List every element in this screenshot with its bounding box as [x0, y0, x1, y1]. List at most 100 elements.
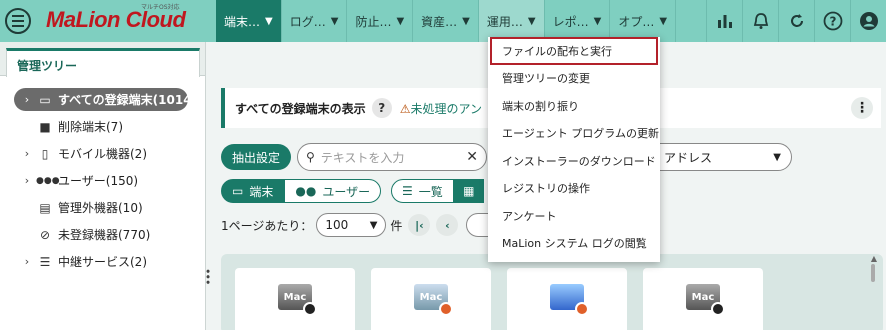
- menu-item-survey[interactable]: アンケート: [488, 202, 660, 230]
- management-tree: › ▭ すべての登録端末(1014) ■ 削除端末(7) › ▯ モバイル機器(…: [0, 76, 205, 275]
- terminal-card[interactable]: Mac: [643, 268, 763, 330]
- search-placeholder: テキストを入力: [320, 150, 405, 165]
- main-nav: 端末… ▼ ログ… ▼ 防止… ▼ 資産… ▼ 運用… ▼ レポ… ▼ オプ… ▼: [216, 0, 677, 42]
- nav-label: 資産…: [421, 14, 458, 29]
- nav-operation[interactable]: 運用… ▼: [478, 0, 545, 42]
- list-view-button[interactable]: ☰ 一覧: [391, 179, 454, 203]
- prev-page-icon[interactable]: ‹: [436, 214, 459, 236]
- tab-management-tree[interactable]: 管理ツリー: [6, 48, 200, 77]
- tree-item-label: 管理外機器(10): [58, 201, 143, 215]
- search-icon: ⚲: [306, 150, 315, 164]
- status-badge: [575, 302, 589, 316]
- nav-label: 防止…: [355, 14, 392, 29]
- terminal-card[interactable]: Mac: [371, 268, 491, 330]
- mobile-icon: ▯: [41, 146, 49, 161]
- help-icon[interactable]: ?: [371, 98, 392, 118]
- nav-assets[interactable]: 資産… ▼: [413, 0, 479, 42]
- chevron-down-icon: ▼: [396, 15, 405, 27]
- nav-label: ログ…: [289, 14, 326, 29]
- tree-item-label: モバイル機器(2): [58, 147, 147, 161]
- operation-dropdown-menu: ファイルの配布と実行 管理ツリーの変更 端末の割り振り エージェント プログラム…: [488, 37, 660, 262]
- menu-item-assign-terminal[interactable]: 端末の割り振り: [488, 92, 660, 120]
- list-icon: ☰: [402, 184, 413, 198]
- nav-label: 運用…: [486, 14, 523, 29]
- nav-log[interactable]: ログ… ▼: [282, 0, 348, 42]
- logo[interactable]: MaLion Cloud マルチOS対応: [36, 0, 216, 42]
- left-panel: 管理ツリー › ▭ すべての登録端末(1014) ■ 削除端末(7) › ▯ モ…: [0, 42, 214, 330]
- users-icon: ●●: [295, 184, 317, 198]
- clear-icon[interactable]: ✕: [466, 149, 478, 165]
- terminal-card[interactable]: Mac: [235, 268, 355, 330]
- users-icon: ●●●: [36, 175, 60, 186]
- column-select-value: P アドレス: [653, 150, 713, 165]
- menu-item-registry[interactable]: レジストリの操作: [488, 175, 660, 203]
- hamburger-icon: [5, 8, 31, 34]
- logo-tagline: マルチOS対応: [141, 4, 180, 11]
- nav-prevention[interactable]: 防止… ▼: [347, 0, 414, 42]
- per-page-unit: 件: [390, 218, 403, 233]
- nav-terminal[interactable]: 端末… ▼: [216, 0, 282, 42]
- tree-item-users[interactable]: › ●●● ユーザー(150): [0, 167, 205, 194]
- search-input[interactable]: ⚲ テキストを入力 ✕: [297, 143, 487, 171]
- scrollbar[interactable]: [871, 264, 875, 282]
- page-title: すべての登録端末の表示: [235, 101, 366, 116]
- bar-chart-icon[interactable]: [706, 0, 742, 42]
- help-icon[interactable]: ?: [814, 0, 850, 42]
- tree-item-label: ユーザー(150): [58, 174, 139, 188]
- tab-label: ユーザー: [322, 184, 371, 199]
- refresh-icon[interactable]: [778, 0, 814, 42]
- nav-report[interactable]: レポ… ▼: [545, 0, 611, 42]
- tree-item-mobile[interactable]: › ▯ モバイル機器(2): [0, 140, 205, 167]
- laptop-icon: ▭: [232, 184, 244, 198]
- terminal-card[interactable]: [507, 268, 627, 330]
- menu-item-agent-update[interactable]: エージェント プログラムの更新: [488, 120, 660, 148]
- nav-options[interactable]: オプ… ▼: [610, 0, 677, 42]
- column-select[interactable]: P アドレス ▼: [642, 143, 792, 171]
- menu-item-change-tree[interactable]: 管理ツリーの変更: [488, 65, 660, 93]
- laptop-icon: ▭: [39, 92, 51, 107]
- nav-label: レポ…: [552, 14, 589, 29]
- chevron-down-icon: ▼: [369, 219, 378, 231]
- tree-item-unregistered[interactable]: ⊘ 未登録機器(770): [0, 221, 205, 248]
- terminal-card-grid: Mac Mac Mac ▲: [221, 254, 883, 330]
- hamburger-menu-button[interactable]: [0, 0, 36, 42]
- chevron-down-icon: ▼: [527, 15, 536, 27]
- tree-item-label: すべての登録端末(1014): [58, 93, 198, 107]
- layout-toggle: ☰ 一覧 ▦: [391, 179, 484, 203]
- chevron-right-icon[interactable]: ›: [18, 93, 36, 106]
- grid-view-button[interactable]: ▦: [453, 179, 484, 203]
- chevron-down-icon: ▼: [593, 15, 602, 27]
- menu-item-file-distribution[interactable]: ファイルの配布と実行: [490, 37, 658, 65]
- bell-icon[interactable]: [742, 0, 778, 42]
- user-icon[interactable]: [850, 0, 886, 42]
- more-options-icon[interactable]: ⋮: [851, 97, 873, 119]
- per-page-select[interactable]: 100 ▼: [316, 213, 387, 237]
- chevron-right-icon[interactable]: ›: [18, 174, 36, 187]
- tab-terminal[interactable]: ▭ 端末: [221, 179, 285, 203]
- tree-item-deleted[interactable]: ■ 削除端末(7): [0, 113, 205, 140]
- tree-item-relay[interactable]: › ☰ 中継サービス(2): [0, 248, 205, 275]
- unprocessed-alert-link[interactable]: ⚠未処理のアン: [400, 100, 482, 117]
- menu-item-system-log[interactable]: MaLion システム ログの閲覧: [488, 230, 660, 258]
- header-icons: ?: [706, 0, 886, 42]
- tree-item-unmanaged[interactable]: ▤ 管理外機器(10): [0, 194, 205, 221]
- folder-icon: ■: [39, 119, 51, 134]
- menu-item-installer-download[interactable]: インストーラーのダウンロード: [488, 147, 660, 175]
- scroll-up-icon[interactable]: ▲: [871, 254, 877, 263]
- chevron-right-icon[interactable]: ›: [18, 255, 36, 268]
- chevron-down-icon: ▼: [330, 15, 339, 27]
- tab-user[interactable]: ●● ユーザー: [284, 179, 382, 203]
- printer-icon: ▤: [39, 200, 51, 215]
- first-page-icon[interactable]: |‹: [408, 214, 431, 236]
- extract-settings-button[interactable]: 抽出設定: [221, 144, 291, 170]
- status-badge: [303, 302, 317, 316]
- grid-icon: ▦: [463, 184, 475, 198]
- per-page-value: 100: [325, 218, 349, 232]
- server-icon: ☰: [39, 254, 51, 269]
- status-badge: [711, 302, 725, 316]
- tree-item-all-terminals[interactable]: › ▭ すべての登録端末(1014): [0, 86, 205, 113]
- nav-label: オプ…: [618, 14, 655, 29]
- tab-label: 端末: [249, 184, 274, 199]
- alert-text: 未処理のアン: [410, 101, 482, 116]
- chevron-right-icon[interactable]: ›: [18, 147, 36, 160]
